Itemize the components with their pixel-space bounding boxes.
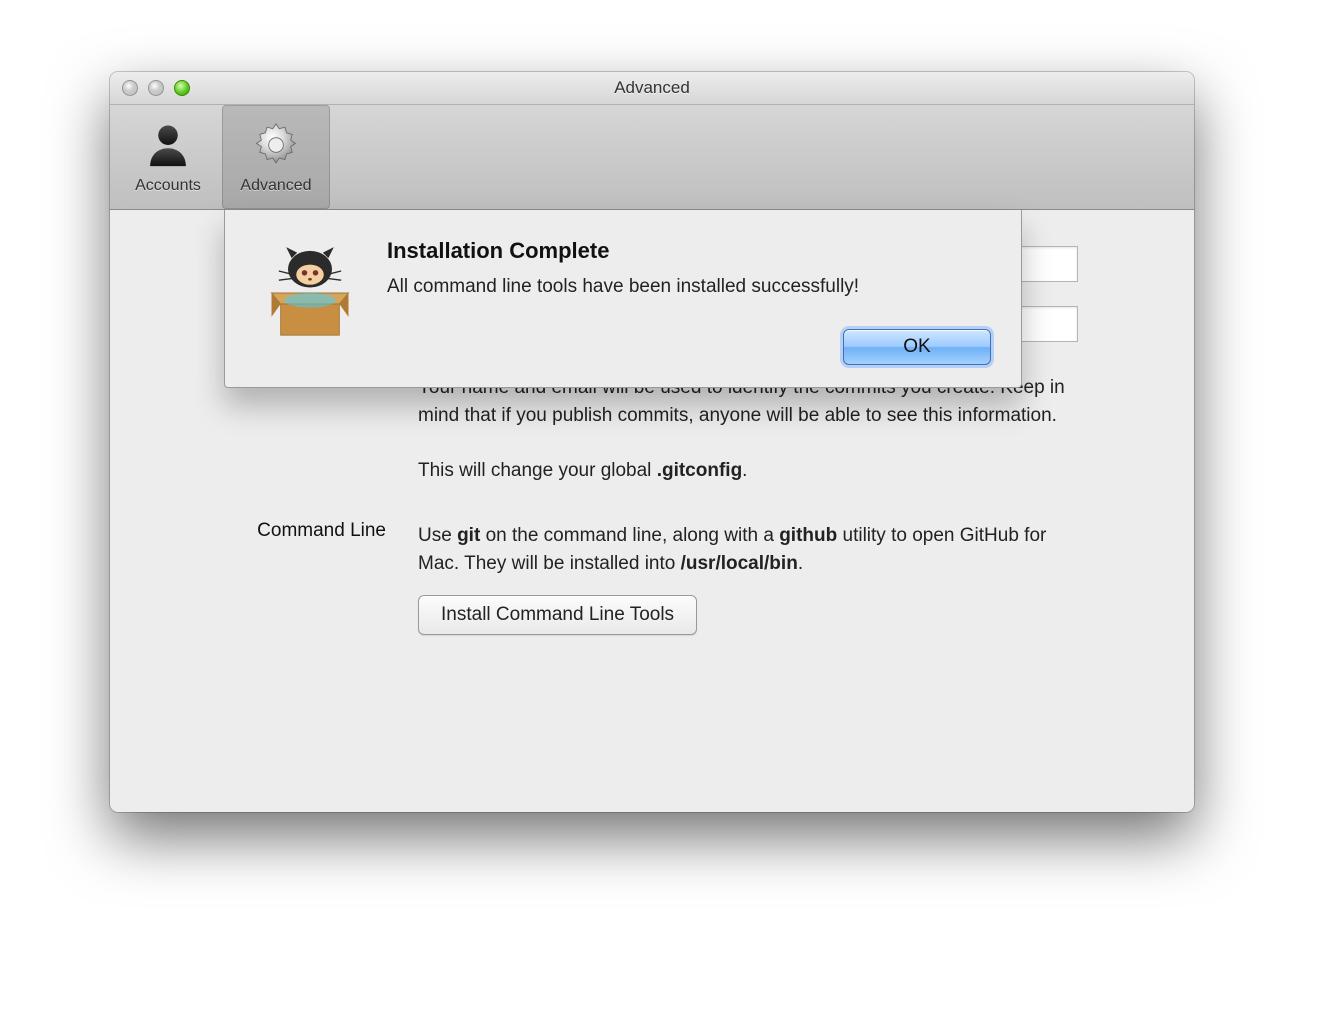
close-window-button[interactable] bbox=[122, 80, 138, 96]
user-silhouette-icon bbox=[142, 119, 194, 171]
identity-help-text: Your name and email will be used to iden… bbox=[418, 374, 1078, 484]
toolbar: Accounts Advanced bbox=[110, 105, 1194, 210]
content-pane: Your Name Your Email Your name and email… bbox=[110, 210, 1194, 812]
sheet-message: All command line tools have been install… bbox=[387, 274, 927, 301]
installation-complete-sheet: Installation Complete All command line t… bbox=[224, 210, 1022, 388]
cli-label: Command Line bbox=[158, 514, 418, 542]
titlebar: Advanced bbox=[110, 72, 1194, 105]
cli-row: Command Line Use git on the command line… bbox=[158, 514, 1146, 635]
zoom-window-button[interactable] bbox=[174, 80, 190, 96]
sheet-body: Installation Complete All command line t… bbox=[387, 238, 991, 365]
preferences-window: Advanced Accounts bbox=[110, 72, 1194, 812]
ok-button[interactable]: OK bbox=[843, 329, 991, 365]
install-cli-button[interactable]: Install Command Line Tools bbox=[418, 595, 697, 635]
cli-help-text: Use git on the command line, along with … bbox=[418, 522, 1078, 577]
traffic-lights bbox=[122, 80, 190, 96]
octocat-box-icon bbox=[255, 238, 365, 348]
minimize-window-button[interactable] bbox=[148, 80, 164, 96]
toolbar-label: Accounts bbox=[135, 177, 201, 195]
window-title: Advanced bbox=[110, 78, 1194, 98]
sheet-title: Installation Complete bbox=[387, 238, 991, 264]
gear-icon bbox=[250, 119, 302, 171]
toolbar-label: Advanced bbox=[240, 177, 311, 195]
toolbar-tab-advanced[interactable]: Advanced bbox=[222, 105, 330, 209]
toolbar-tab-accounts[interactable]: Accounts bbox=[114, 105, 222, 209]
gitconfig-text: .gitconfig bbox=[657, 460, 742, 481]
